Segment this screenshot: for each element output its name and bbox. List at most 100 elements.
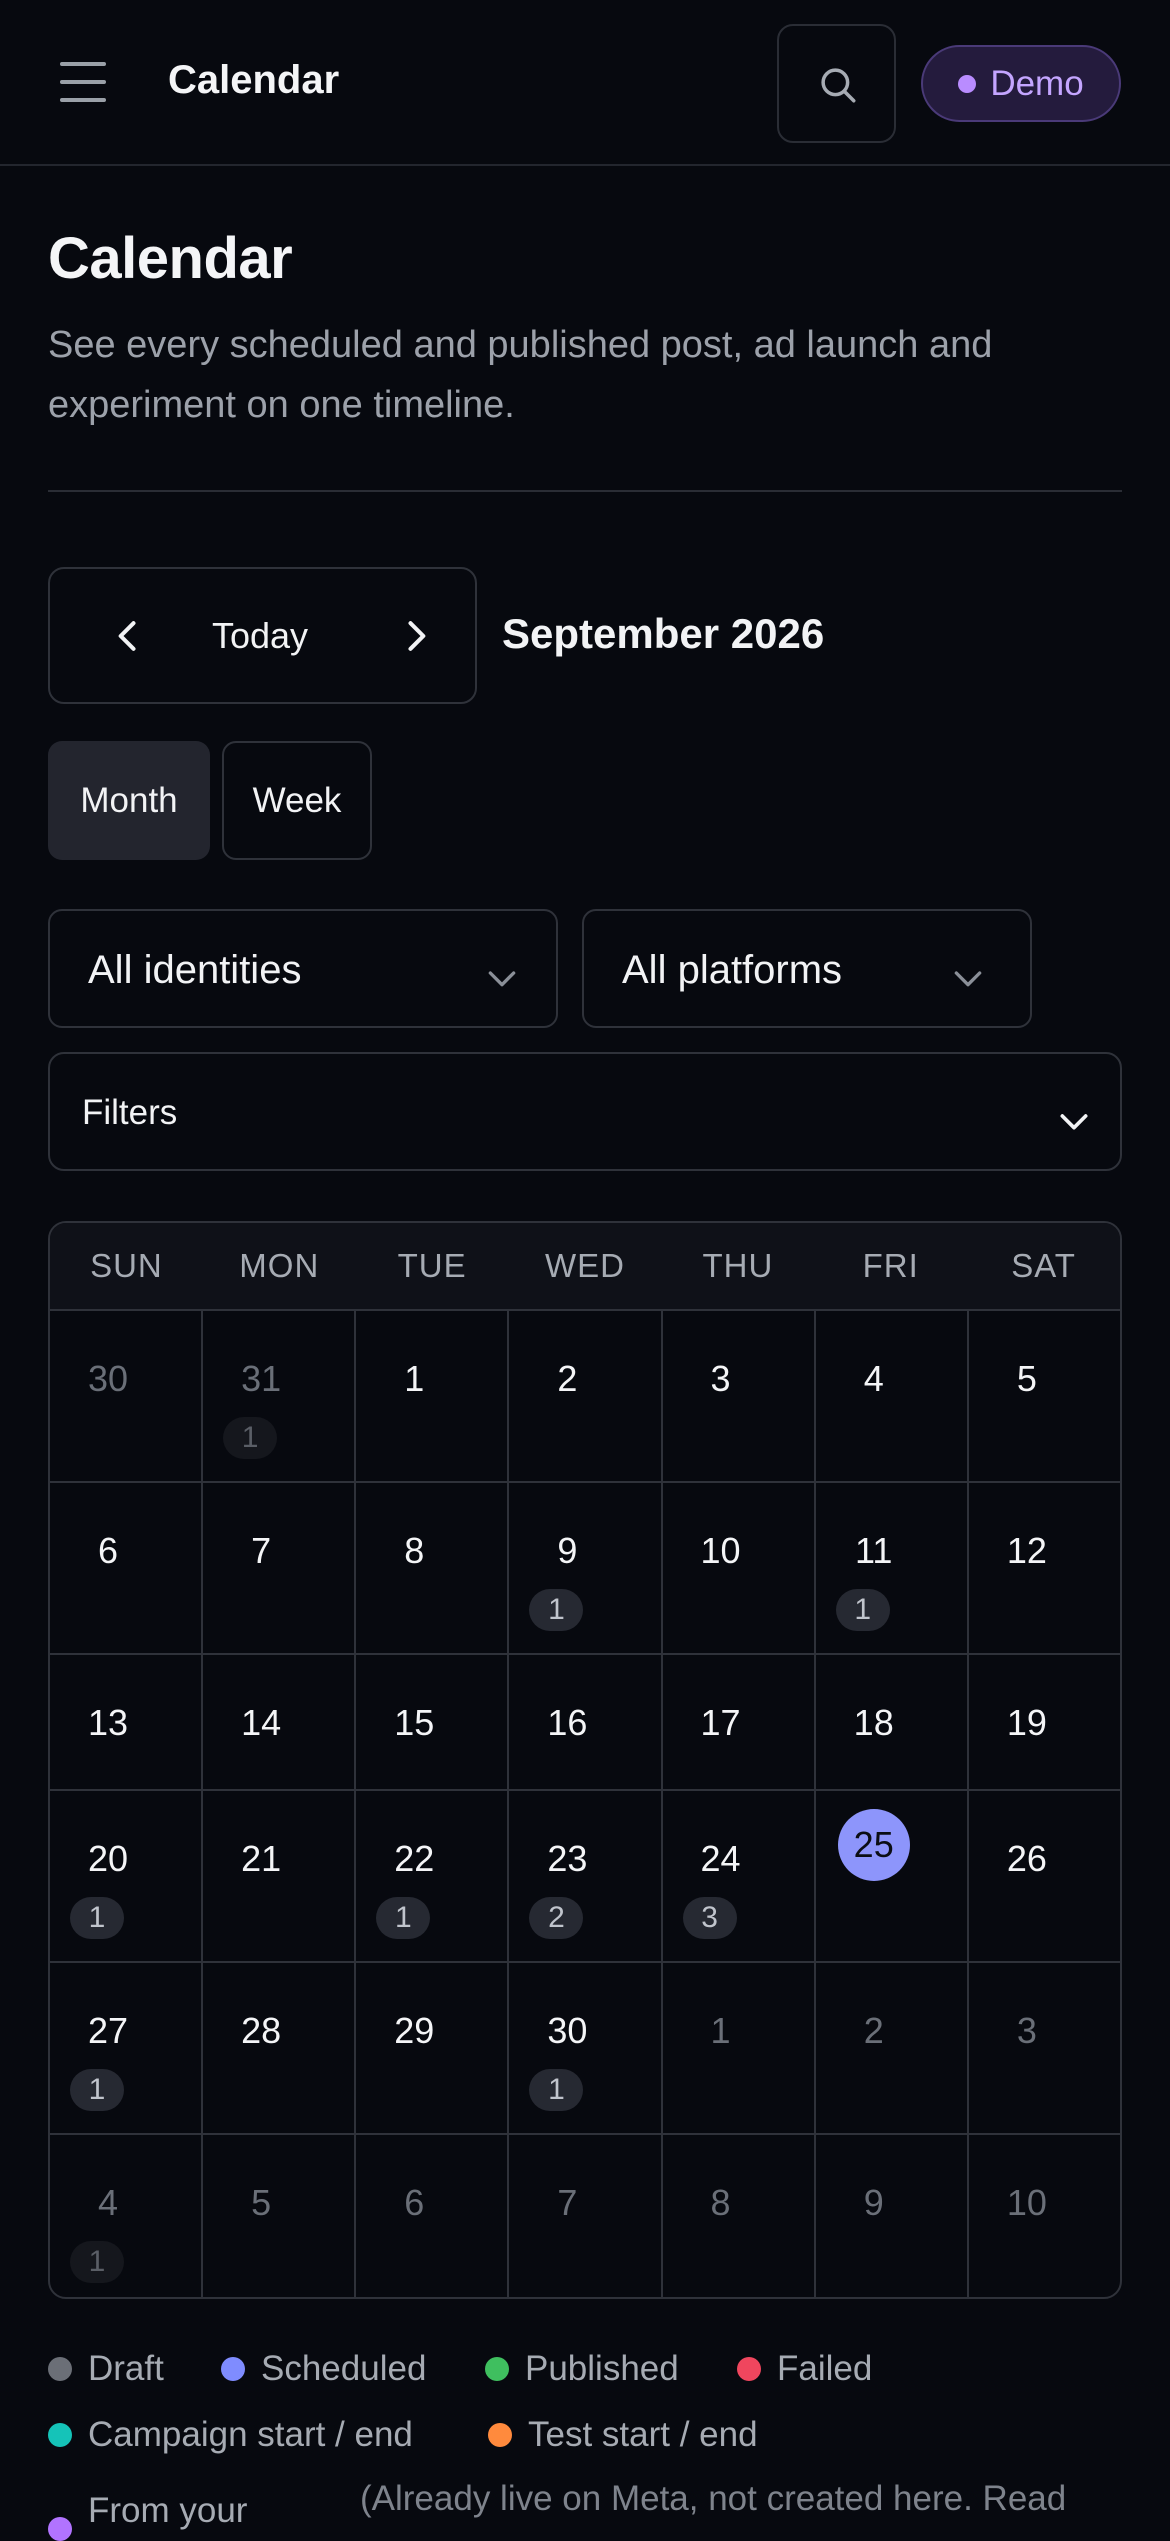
day-number: 27: [87, 2010, 129, 2051]
calendar-day-cell[interactable]: 3: [663, 1311, 816, 1481]
calendar-day-cell[interactable]: 7: [203, 1483, 357, 1653]
day-number: 5: [251, 2182, 272, 2223]
filters-toggle[interactable]: Filters: [48, 1052, 1122, 1171]
calendar-day-cell[interactable]: 8: [663, 2135, 816, 2297]
calendar-day-cell[interactable]: 16: [509, 1655, 663, 1789]
calendar-day-cell[interactable]: 5: [203, 2135, 357, 2297]
day-number: 10: [700, 1530, 741, 1571]
day-number: 13: [87, 1702, 129, 1743]
calendar-day-cell[interactable]: 31 1: [203, 1311, 357, 1481]
calendar-day-cell[interactable]: 29: [356, 1963, 510, 2133]
legend-published: Published: [485, 2349, 679, 2389]
event-count-badge[interactable]: 1: [529, 2069, 584, 2111]
calendar-day-cell[interactable]: 5: [969, 1311, 1120, 1481]
calendar-day-cell[interactable]: 6: [356, 2135, 510, 2297]
weekday-label: TUE: [397, 1247, 467, 1284]
event-count-badge[interactable]: 1: [70, 1897, 124, 1939]
day-number: 26: [1006, 1838, 1047, 1879]
calendar-day-cell[interactable]: 25: [816, 1791, 969, 1961]
legend-failed-label: Failed: [777, 2349, 873, 2388]
day-number: 22: [394, 1838, 435, 1879]
day-number: 24: [700, 1838, 741, 1879]
event-count-badge[interactable]: 1: [835, 1589, 890, 1631]
calendar-day-cell[interactable]: 6: [50, 1483, 204, 1653]
calendar-day-cell[interactable]: 28: [203, 1963, 357, 2133]
day-number: 7: [557, 2182, 578, 2223]
day-number: 1: [710, 2010, 731, 2051]
calendar-day-cell[interactable]: 7: [509, 2135, 663, 2297]
calendar-day-cell[interactable]: 10: [969, 2135, 1120, 2297]
day-number: 6: [97, 1530, 119, 1571]
day-number: 18: [853, 1702, 894, 1743]
legend-draft: Draft: [48, 2349, 164, 2389]
calendar-day-cell[interactable]: 21: [203, 1791, 357, 1961]
draft-dot-icon: [48, 2357, 72, 2381]
day-number: 3: [710, 1358, 731, 1399]
calendar-day-cell[interactable]: 17: [663, 1655, 816, 1789]
legend-draft-label: Draft: [88, 2349, 164, 2388]
calendar-day-cell[interactable]: 15: [356, 1655, 510, 1789]
calendar-day-cell[interactable]: 91: [509, 1483, 663, 1653]
calendar-day-cell[interactable]: 9: [816, 2135, 969, 2297]
legend-test-label: Test start / end: [528, 2415, 758, 2454]
scheduled-dot-icon: [221, 2357, 245, 2381]
calendar-day-cell[interactable]: 12: [969, 1483, 1120, 1653]
legend-scheduled: Scheduled: [221, 2349, 426, 2389]
calendar-day-cell[interactable]: 20 1: [50, 1791, 204, 1961]
calendar-day-cell[interactable]: 1: [356, 1311, 510, 1481]
weekday-label: FRI: [862, 1247, 919, 1284]
event-count-badge[interactable]: 1: [70, 2069, 124, 2111]
calendar-day-cell[interactable]: 4: [816, 1311, 969, 1481]
calendar-day-cell[interactable]: 30 1: [509, 1963, 663, 2133]
calendar-day-cell[interactable]: 18: [816, 1655, 969, 1789]
calendar-day-cell[interactable]: 2: [509, 1311, 663, 1481]
chevron-left-icon[interactable]: [106, 614, 150, 658]
page-title: Calendar: [48, 226, 293, 291]
date-navigation: Today: [48, 567, 477, 704]
menu-icon[interactable]: [58, 60, 108, 104]
day-number: 11: [855, 1530, 893, 1571]
calendar-day-cell[interactable]: 2: [816, 1963, 969, 2133]
month-view-button[interactable]: Month: [48, 741, 210, 860]
calendar-day-cell[interactable]: 11 1: [816, 1483, 969, 1653]
today-button[interactable]: Today: [170, 615, 350, 657]
day-number: 29: [394, 2010, 435, 2051]
event-count-badge[interactable]: 2: [529, 1897, 584, 1939]
calendar-day-cell[interactable]: 14: [203, 1655, 357, 1789]
event-count-badge[interactable]: 3: [682, 1897, 737, 1939]
demo-badge[interactable]: Demo: [921, 45, 1121, 122]
platforms-select[interactable]: All platforms: [582, 909, 1032, 1028]
day-number: 28: [241, 2010, 282, 2051]
calendar-week-row: 20 1 21 22 1 23 2 24 3 25 26: [50, 1791, 1120, 1963]
calendar-day-cell[interactable]: 41: [50, 2135, 204, 2297]
calendar-day-cell[interactable]: 10: [663, 1483, 816, 1653]
app-title: Calendar: [168, 58, 340, 102]
week-view-button[interactable]: Week: [222, 741, 372, 860]
calendar-day-cell[interactable]: 22 1: [356, 1791, 510, 1961]
event-count-badge[interactable]: 1: [70, 2241, 124, 2283]
event-count-badge[interactable]: 1: [223, 1417, 278, 1459]
calendar-day-cell[interactable]: 19: [969, 1655, 1120, 1789]
identities-select[interactable]: All identities: [48, 909, 558, 1028]
calendar-day-cell[interactable]: 1: [663, 1963, 816, 2133]
calendar-day-cell[interactable]: 8: [356, 1483, 510, 1653]
search-button[interactable]: [777, 24, 896, 143]
event-count-badge[interactable]: 1: [376, 1897, 431, 1939]
chevron-right-icon[interactable]: [394, 614, 438, 658]
calendar-day-cell[interactable]: 30: [50, 1311, 204, 1481]
day-number: 20: [87, 1838, 129, 1879]
day-number: 9: [863, 2182, 884, 2223]
calendar-day-cell[interactable]: 23 2: [509, 1791, 663, 1961]
legend-published-label: Published: [525, 2349, 679, 2388]
day-number: 30: [87, 1358, 129, 1399]
calendar-day-cell[interactable]: 26: [969, 1791, 1120, 1961]
calendar-day-cell[interactable]: 3: [969, 1963, 1120, 2133]
calendar-week-row: 4 1 5 6 7 8 9 10: [50, 2135, 1120, 2297]
calendar-day-cell[interactable]: 27 1: [50, 1963, 204, 2133]
day-number: 4: [97, 2182, 119, 2223]
calendar-day-cell[interactable]: 24 3: [663, 1791, 816, 1961]
event-count-badge[interactable]: 1: [529, 1589, 584, 1631]
platforms-select-value: All platforms: [622, 948, 843, 992]
day-number: 15: [394, 1702, 435, 1743]
calendar-day-cell[interactable]: 13: [50, 1655, 204, 1789]
